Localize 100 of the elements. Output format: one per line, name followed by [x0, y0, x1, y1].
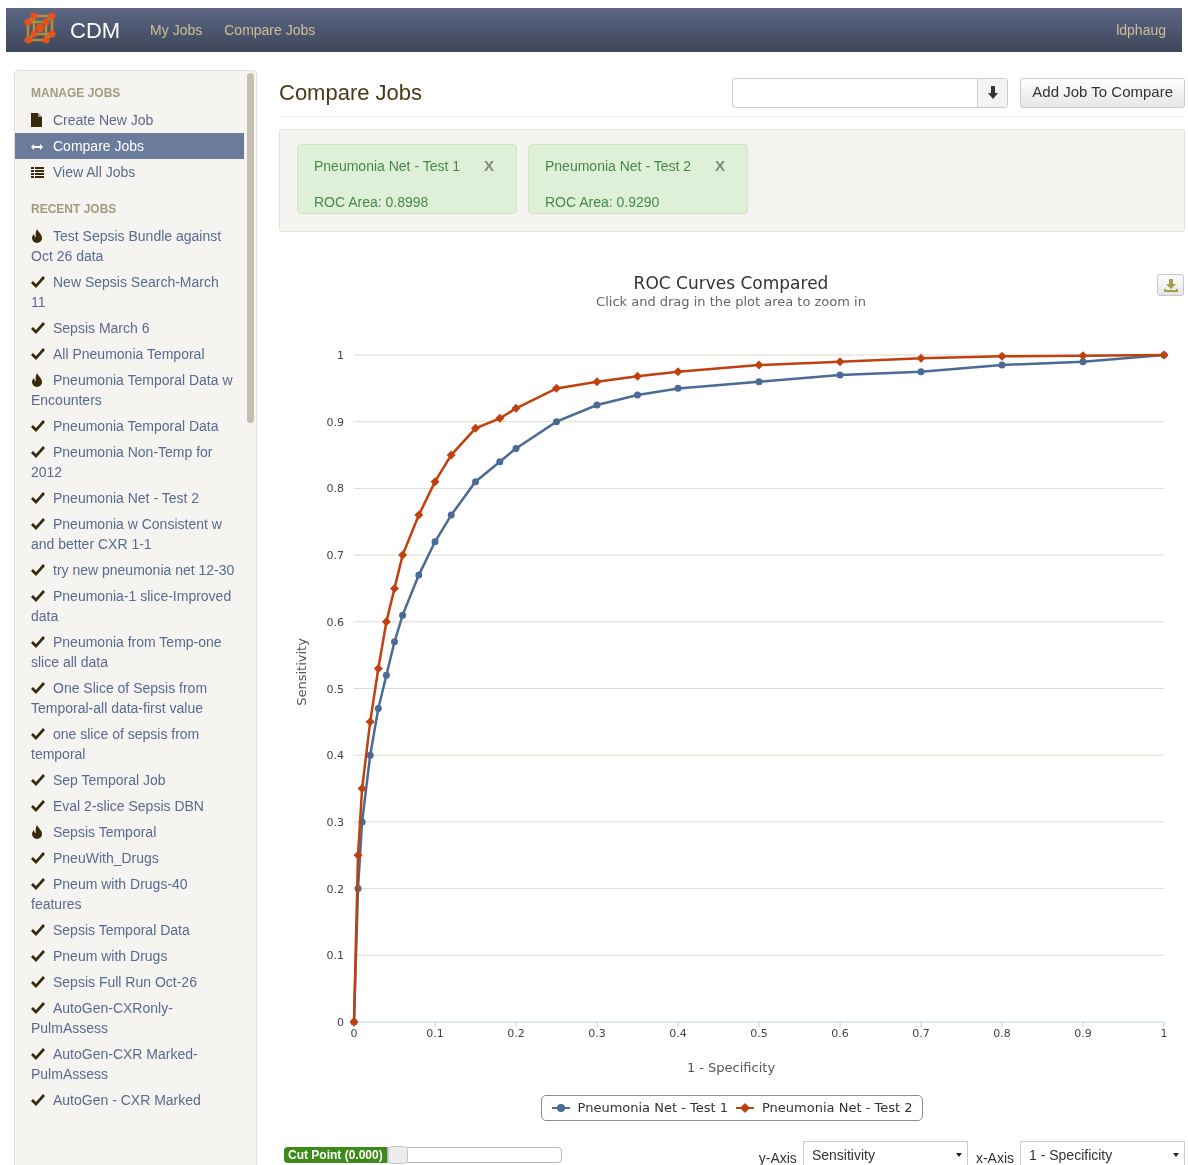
point [398, 550, 408, 560]
check-icon [31, 799, 45, 813]
tick-label: 0.1 [326, 949, 344, 963]
sidebar-item[interactable]: Create New Job [15, 107, 244, 133]
check-icon [31, 445, 45, 459]
tick-label: 0.2 [326, 882, 344, 896]
sidebar-item[interactable]: Test Sepsis Bundle against Oct 26 data [15, 223, 244, 269]
point [673, 367, 683, 377]
sidebar-item[interactable]: Pneumonia w Consistent w and better CXR 1-1 [15, 511, 244, 557]
nav-link[interactable]: Compare Jobs [224, 19, 316, 41]
check-icon [31, 517, 45, 531]
point [633, 371, 642, 381]
sidebar-item[interactable]: Sepsis Temporal [15, 819, 244, 845]
check-icon [31, 727, 45, 741]
sidebar-item[interactable]: Sepsis March 6 [15, 315, 244, 341]
sidebar-item[interactable]: Pneumonia Temporal Data w Encounters [15, 367, 244, 413]
scrollbar[interactable] [247, 73, 254, 423]
flame-icon [31, 825, 45, 839]
sidebar-item[interactable]: PneuWith_Drugs [15, 845, 244, 871]
sidebar-item[interactable]: Pneumonia Temporal Data [15, 413, 244, 439]
check-icon [31, 773, 45, 787]
check-icon [31, 851, 45, 865]
sidebar-item[interactable]: All Pneumonia Temporal [15, 341, 244, 367]
section-heading: MANAGE JOBS [30, 85, 122, 102]
chart-subtitle: Click and drag in the plot area to zoom in [596, 294, 866, 309]
tick-label: 0 [337, 1016, 344, 1029]
remove-button[interactable]: X [715, 155, 725, 178]
point [391, 638, 398, 646]
point [446, 450, 456, 460]
sidebar-item[interactable]: try new pneumonia net 12-30 [15, 557, 244, 583]
point [512, 444, 520, 452]
roc-area: ROC Area: 0.8998 [314, 191, 500, 213]
check-icon [31, 491, 45, 505]
point [511, 403, 521, 413]
point [414, 510, 424, 520]
remove-button[interactable]: X [484, 155, 494, 178]
tick-label: 0.9 [326, 415, 344, 429]
tick-label: 0.8 [326, 482, 344, 496]
circle-marker-icon [551, 1103, 570, 1113]
add-job-button[interactable]: Add Job To Compare [1020, 77, 1185, 108]
arrow-down-icon [987, 86, 998, 99]
check-icon [31, 949, 45, 963]
sidebar-item[interactable]: AutoGen - CXR Marked [15, 1087, 244, 1113]
point [997, 351, 1007, 361]
check-icon [31, 975, 45, 989]
dropdown-button[interactable] [977, 78, 1008, 107]
point [381, 617, 391, 627]
point [471, 423, 480, 433]
slider-label: Cut Point (0.000) [284, 1147, 387, 1163]
user-link[interactable]: ldphaug [1116, 19, 1166, 41]
sidebar-item[interactable]: Pneumonia from Temp-one slice all data [15, 629, 244, 675]
sidebar-item[interactable]: one slice of sepsis from temporal [15, 721, 244, 767]
tick-label: 0.5 [750, 1027, 768, 1040]
sidebar-item[interactable]: Compare Jobs [15, 133, 244, 159]
point [674, 384, 682, 392]
tick-label: 0.6 [326, 615, 344, 629]
brand-name[interactable]: CDM [70, 13, 121, 47]
job-name: Pneumonia Net - Test 1 [314, 156, 461, 176]
download-button[interactable] [1157, 274, 1184, 296]
check-icon [31, 275, 45, 289]
sidebar-item[interactable]: View All Jobs [15, 159, 244, 185]
tick-label: 1 [1160, 1027, 1168, 1040]
nav-link[interactable]: My Jobs [150, 19, 203, 41]
sidebar-item[interactable]: AutoGen-CXR Marked-PulmAssess [15, 1041, 244, 1087]
sidebar-item[interactable]: Pneumonia Net - Test 2 [15, 485, 244, 511]
sidebar-item[interactable]: Sepsis Temporal Data [15, 917, 244, 943]
sidebar-item[interactable]: Pneumonia Non-Temp for 2012 [15, 439, 244, 485]
point [399, 611, 407, 619]
legend-label: Pneumonia Net - Test 1 [577, 1099, 728, 1118]
tick-label: 0.3 [588, 1027, 606, 1040]
axis-select[interactable]: Sensitivity [802, 1141, 968, 1165]
sidebar-item[interactable]: Sepsis Full Run Oct-26 [15, 969, 244, 995]
check-icon [31, 419, 45, 433]
download-icon [1163, 278, 1178, 292]
tick-label: 0.1 [426, 1027, 444, 1040]
slider-handle[interactable] [387, 1146, 408, 1164]
roc-area: ROC Area: 0.9290 [545, 191, 731, 213]
sidebar-item[interactable]: Sep Temporal Job [15, 767, 244, 793]
y-axis-title: Sensitivity [294, 638, 309, 706]
sidebar-item[interactable]: Pneumonia-1 slice-Improved data [15, 583, 244, 629]
legend-label: Pneumonia Net - Test 2 [762, 1099, 913, 1118]
tick-label: 1 [337, 349, 344, 362]
sidebar-item[interactable]: Pneum with Drugs-40 features [15, 871, 244, 917]
sidebar-item[interactable]: Pneum with Drugs [15, 943, 244, 969]
sidebar-item[interactable]: New Sepsis Search-March 11 [15, 269, 244, 315]
axis-select[interactable]: 1 - Specificity [1020, 1141, 1185, 1165]
point [472, 478, 479, 486]
sidebar-item[interactable]: One Slice of Sepsis from Temporal-all data-first value [15, 675, 244, 721]
tick-label: 0.5 [326, 682, 344, 696]
point [916, 353, 926, 363]
check-icon [31, 1093, 45, 1107]
diamond-marker-icon [736, 1103, 754, 1113]
tick-label: 0.4 [669, 1027, 687, 1040]
tick-label: 0.3 [326, 815, 344, 829]
tick-label: 0.4 [326, 749, 344, 763]
point [917, 368, 925, 376]
point [496, 458, 504, 466]
sidebar-item[interactable]: Eval 2-slice Sepsis DBN [15, 793, 244, 819]
sidebar-item[interactable]: AutoGen-CXRonly-PulmAssess [15, 995, 244, 1041]
cut-point-slider[interactable] [386, 1147, 562, 1163]
